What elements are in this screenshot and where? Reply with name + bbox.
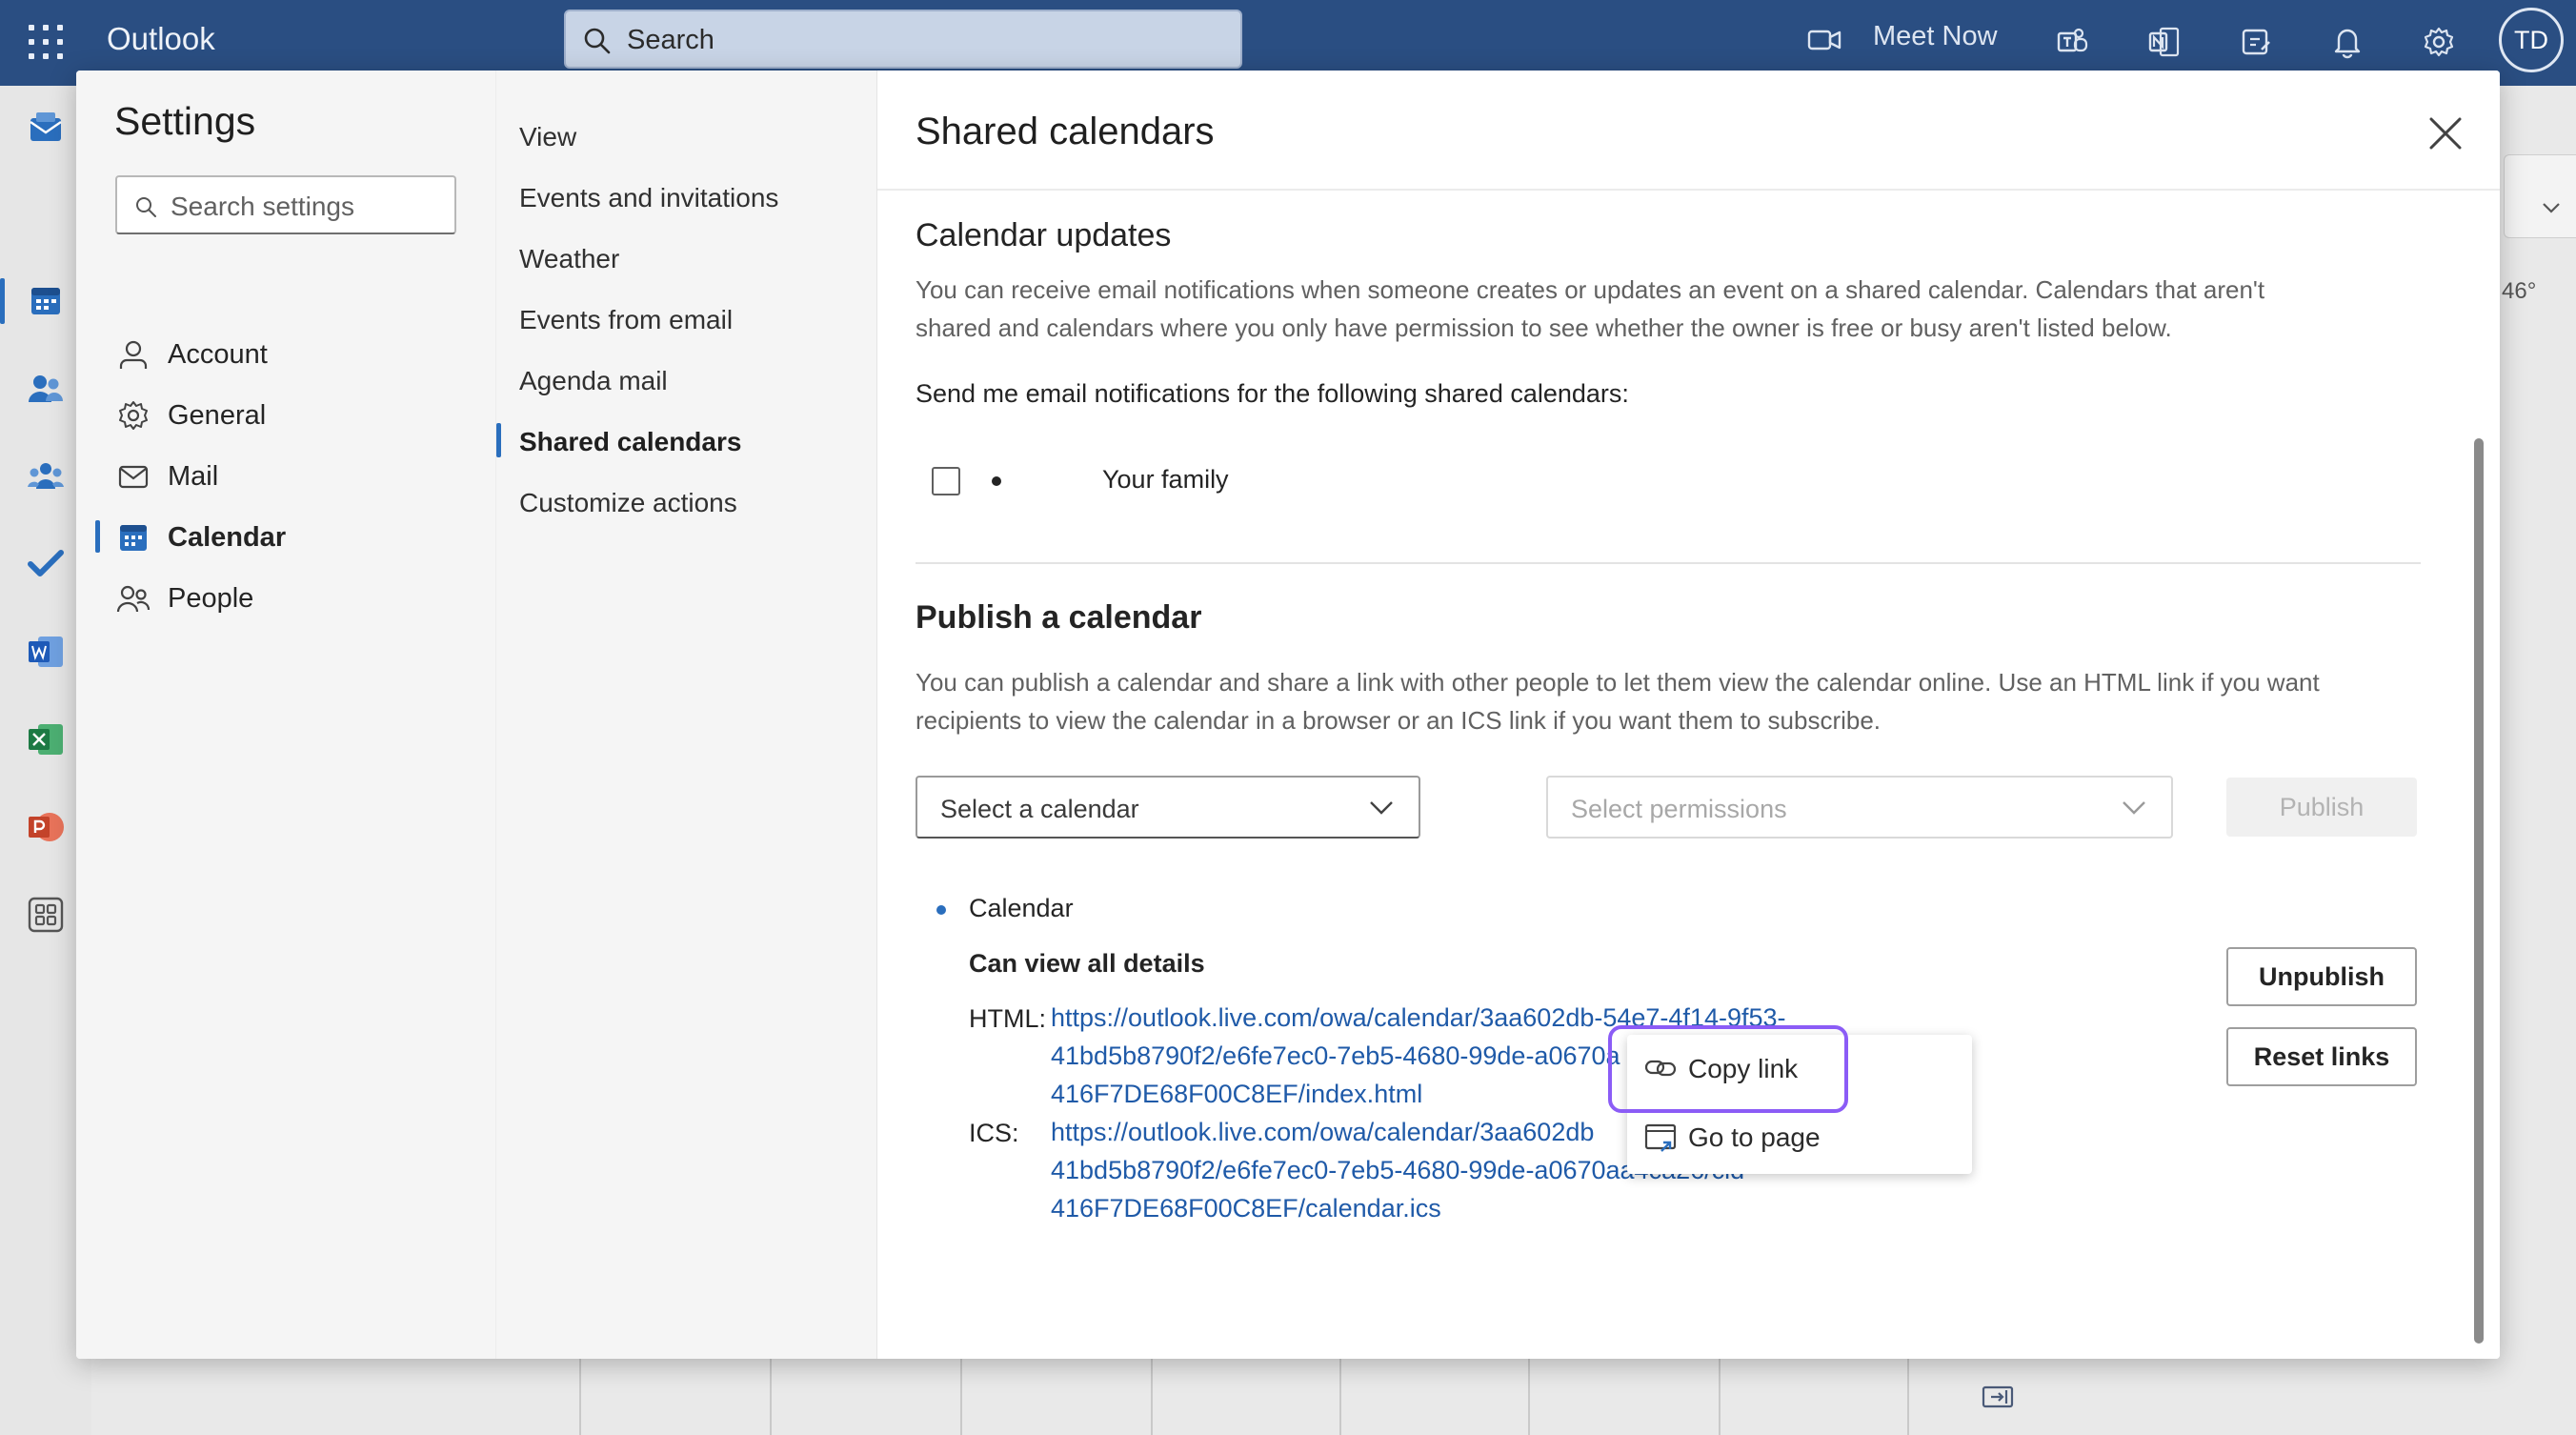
settings-categories-pane: Settings Search settings Account General (76, 71, 495, 1359)
background-weather: 46° (2502, 278, 2536, 305)
close-icon (2428, 116, 2463, 151)
content-scrollbar[interactable] (2474, 438, 2484, 1344)
video-camera-icon[interactable] (1806, 25, 1844, 55)
settings-gear-icon[interactable] (2418, 21, 2460, 63)
calendar-icon (116, 520, 151, 555)
calendar-updates-heading: Calendar updates (916, 217, 1172, 253)
feedback-icon[interactable] (2235, 21, 2277, 63)
ics-link-label: ICS: (969, 1119, 1019, 1147)
bell-icon[interactable] (2326, 21, 2368, 63)
publish-description: You can publish a calendar and share a l… (916, 668, 2320, 735)
category-account[interactable]: Account (76, 324, 495, 385)
published-calendar-dot (936, 905, 946, 915)
active-indicator (95, 520, 100, 553)
active-indicator (496, 423, 501, 457)
calendar-color-dot (992, 476, 1001, 486)
calendar-updates-description: You can receive email notifications when… (916, 275, 2265, 342)
select-calendar-dropdown[interactable]: Select a calendar (916, 776, 1420, 839)
subsection-customize-actions[interactable]: Customize actions (496, 473, 877, 534)
onenote-icon[interactable] (2143, 21, 2185, 63)
todo-app-icon[interactable] (25, 543, 67, 585)
people-app-icon[interactable] (25, 368, 67, 410)
settings-dialog: Settings Search settings Account General (76, 71, 2500, 1359)
groups-app-icon[interactable] (25, 455, 67, 497)
settings-search-placeholder: Search settings (171, 192, 354, 221)
go-to-page-menu-item[interactable]: Go to page (1627, 1103, 1972, 1172)
section-divider (916, 562, 2421, 564)
close-button[interactable] (2421, 109, 2470, 158)
people-icon (116, 581, 151, 616)
category-people[interactable]: People (76, 568, 495, 629)
pane-toggle-icon (1982, 1385, 2014, 1408)
weather-temp: 46° (2502, 278, 2537, 304)
global-search-input[interactable]: Search (564, 10, 1242, 69)
published-calendar-name: Calendar (969, 894, 1074, 922)
chevron-down-icon (2542, 202, 2561, 213)
publish-heading: Publish a calendar (916, 599, 1202, 636)
title-divider (877, 189, 2500, 191)
mail-app-icon[interactable] (25, 107, 67, 149)
more-apps-icon[interactable] (25, 894, 67, 936)
publish-button[interactable]: Publish (2226, 778, 2417, 837)
chevron-down-icon (2122, 800, 2146, 816)
word-app-icon[interactable] (25, 631, 67, 673)
category-calendar[interactable]: Calendar (76, 507, 495, 568)
subsection-weather[interactable]: Weather (496, 229, 877, 290)
subsection-events-from-email[interactable]: Events from email (496, 290, 877, 351)
settings-search-input[interactable]: Search settings (115, 175, 456, 234)
global-search-placeholder: Search (627, 25, 714, 55)
published-permission: Can view all details (969, 949, 1205, 978)
mail-icon (116, 459, 151, 494)
calendar-app-icon[interactable] (25, 280, 67, 322)
category-general[interactable]: General (76, 385, 495, 446)
your-family-checkbox[interactable] (932, 467, 960, 495)
app-name[interactable]: Outlook (107, 21, 215, 57)
subsection-agenda-mail[interactable]: Agenda mail (496, 351, 877, 412)
avatar[interactable]: TD (2499, 8, 2564, 72)
app-launcher-icon[interactable] (29, 25, 63, 59)
search-icon (134, 195, 157, 218)
reset-links-button[interactable]: Reset links (2226, 1027, 2417, 1086)
category-mail[interactable]: Mail (76, 446, 495, 507)
powerpoint-app-icon[interactable] (25, 806, 67, 848)
notification-prompt: Send me email notifications for the foll… (916, 379, 1629, 408)
subsection-shared-calendars[interactable]: Shared calendars (496, 412, 877, 473)
open-page-icon (1644, 1122, 1677, 1153)
background-calendar-grid (76, 1359, 2576, 1435)
page-title: Shared calendars (916, 111, 1215, 152)
html-link-label: HTML: (969, 1004, 1046, 1033)
select-permissions-dropdown[interactable]: Select permissions (1546, 776, 2173, 839)
settings-subsections-pane: View Events and invitations Weather Even… (495, 71, 876, 1359)
meet-now-button[interactable]: Meet Now (1873, 21, 1998, 52)
rail-active-indicator (0, 278, 5, 324)
calendar-subsection-list: View Events and invitations Weather Even… (496, 107, 877, 534)
teams-icon[interactable] (2052, 21, 2094, 63)
unpublish-button[interactable]: Unpublish (2226, 947, 2417, 1006)
chevron-down-icon (1369, 800, 1394, 816)
excel-app-icon[interactable] (25, 718, 67, 760)
background-panel (2504, 154, 2576, 238)
gear-icon (116, 398, 151, 433)
copy-link-highlight (1608, 1025, 1848, 1113)
settings-category-list: Account General Mail Calendar People (76, 324, 495, 629)
subsection-events-and-invitations[interactable]: Events and invitations (496, 168, 877, 229)
subsection-view[interactable]: View (496, 107, 877, 168)
settings-title: Settings (114, 99, 256, 143)
shared-calendar-name: Your family (1102, 465, 1229, 494)
person-icon (116, 337, 151, 372)
search-icon (583, 27, 612, 55)
